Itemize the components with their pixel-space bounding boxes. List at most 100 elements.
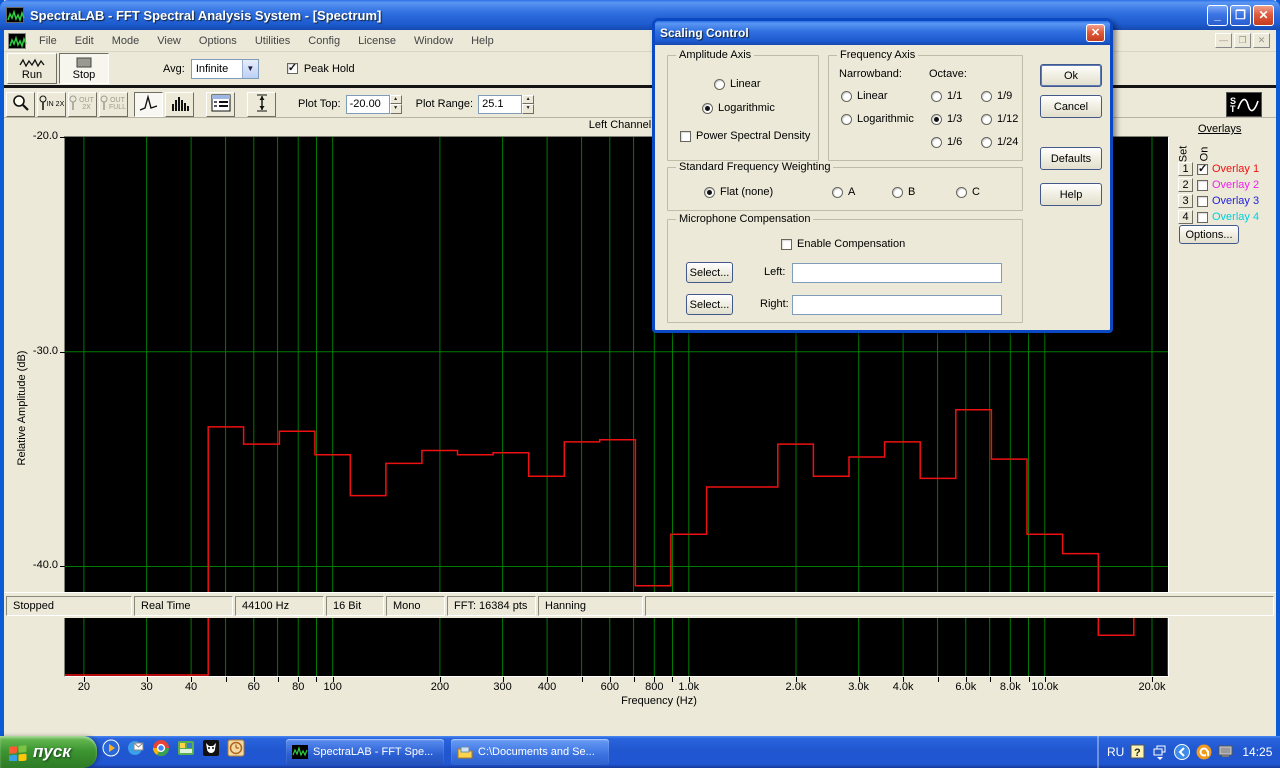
- frequency-axis-caption: Frequency Axis: [837, 49, 918, 61]
- overlay-3-checkbox[interactable]: [1197, 196, 1208, 207]
- zoom-in-2x-button[interactable]: IN 2X: [37, 92, 66, 117]
- menu-view[interactable]: View: [148, 32, 190, 50]
- overlay-4-checkbox[interactable]: [1197, 212, 1208, 223]
- soundtech-logo-icon: ST: [1226, 92, 1262, 117]
- overlays-set-label: Set: [1177, 146, 1189, 163]
- octave-1-9-radio[interactable]: 1/9: [981, 90, 1012, 102]
- antivirus-tray-icon[interactable]: [1196, 744, 1212, 760]
- hide-icons-arrow-icon[interactable]: [1174, 744, 1190, 760]
- overlay-3-set-button[interactable]: 3: [1178, 194, 1193, 208]
- restore-tray-icon[interactable]: [1152, 744, 1168, 760]
- menu-file[interactable]: File: [30, 32, 66, 50]
- weighting-flat-radio[interactable]: Flat (none): [704, 186, 773, 198]
- weighting-c-radio[interactable]: C: [956, 186, 980, 198]
- weighting-caption: Standard Frequency Weighting: [676, 161, 833, 173]
- maximize-button[interactable]: ❐: [1230, 5, 1251, 26]
- language-indicator[interactable]: RU: [1107, 745, 1124, 759]
- x-tick-label: 2.0k: [768, 681, 824, 693]
- clock[interactable]: 14:25: [1242, 745, 1272, 759]
- frequency-linear-radio[interactable]: Linear: [841, 90, 888, 102]
- help-button[interactable]: Help: [1040, 183, 1102, 206]
- display-tray-icon[interactable]: [1218, 744, 1234, 760]
- pictures-app-icon[interactable]: [177, 739, 195, 757]
- mdi-restore-button[interactable]: ❐: [1234, 33, 1251, 48]
- clock-app-icon[interactable]: [227, 739, 245, 757]
- menu-help[interactable]: Help: [462, 32, 503, 50]
- plot-range-label: Plot Range:: [416, 98, 473, 110]
- avg-dropdown[interactable]: Infinite ▼: [191, 59, 259, 79]
- spectrum-view-button[interactable]: [134, 92, 163, 117]
- plot-range-input[interactable]: 25.1: [478, 95, 522, 114]
- mdi-minimize-button[interactable]: —: [1215, 33, 1232, 48]
- weighting-group: Standard Frequency Weighting Flat (none)…: [667, 167, 1023, 211]
- close-button[interactable]: ✕: [1253, 5, 1274, 26]
- zoom-in-icon: [39, 95, 47, 113]
- run-button[interactable]: Run: [7, 53, 57, 84]
- right-label: Right:: [760, 298, 789, 310]
- media-player-icon[interactable]: [102, 739, 120, 757]
- defaults-button[interactable]: Defaults: [1040, 147, 1102, 170]
- histogram-view-button[interactable]: [165, 92, 194, 117]
- peak-hold-checkbox[interactable]: [287, 63, 298, 74]
- zoom-out-full-button[interactable]: OUT FULL: [99, 92, 128, 117]
- menu-utilities[interactable]: Utilities: [246, 32, 299, 50]
- cancel-button[interactable]: Cancel: [1040, 95, 1102, 118]
- chevron-down-icon[interactable]: ▼: [242, 60, 258, 78]
- weighting-b-radio[interactable]: B: [892, 186, 915, 198]
- octave-1-24-radio[interactable]: 1/24: [981, 136, 1018, 148]
- x-tick-label: 1.0k: [661, 681, 717, 693]
- svg-text:?: ?: [1134, 747, 1141, 759]
- narrowband-label: Narrowband:: [839, 68, 902, 80]
- mdi-child-icon[interactable]: [8, 33, 26, 49]
- select-right-button[interactable]: Select...: [686, 294, 733, 315]
- overlay-options-button[interactable]: Options...: [1179, 225, 1239, 244]
- x-tick-label: 10.0k: [1017, 681, 1073, 693]
- task-button-explorer[interactable]: C:\Documents and Se...: [451, 739, 609, 765]
- power-spectral-density-checkbox[interactable]: Power Spectral Density: [680, 130, 810, 142]
- overlay-4-set-button[interactable]: 4: [1178, 210, 1193, 224]
- plot-top-spinner[interactable]: ▲▼: [390, 95, 402, 114]
- plot-top-label: Plot Top:: [298, 98, 341, 110]
- left-compensation-input[interactable]: [792, 263, 1002, 283]
- octave-1-1-radio[interactable]: 1/1: [931, 90, 962, 102]
- ok-button[interactable]: Ok: [1040, 64, 1102, 87]
- help-tray-icon[interactable]: ?: [1130, 744, 1146, 760]
- zoom-tool-button[interactable]: [6, 92, 35, 117]
- overlay-1-set-button[interactable]: 1: [1178, 162, 1193, 176]
- spectralab-task-icon: [292, 745, 308, 759]
- menu-config[interactable]: Config: [299, 32, 349, 50]
- octave-1-3-radio[interactable]: 1/3: [931, 113, 962, 125]
- amplitude-linear-radio[interactable]: Linear: [714, 78, 761, 90]
- display-options-button[interactable]: [206, 92, 235, 117]
- right-compensation-input[interactable]: [792, 295, 1002, 315]
- octave-1-12-radio[interactable]: 1/12: [981, 113, 1018, 125]
- octave-1-6-radio[interactable]: 1/6: [931, 136, 962, 148]
- weighting-a-radio[interactable]: A: [832, 186, 855, 198]
- zoom-out-2x-button[interactable]: OUT 2X: [68, 92, 97, 117]
- frequency-logarithmic-radio[interactable]: Logarithmic: [841, 113, 914, 125]
- overlay-2-set-button[interactable]: 2: [1178, 178, 1193, 192]
- plot-range-spinner[interactable]: ▲▼: [522, 95, 534, 114]
- start-button[interactable]: пуск: [0, 736, 97, 768]
- chrome-browser-icon[interactable]: [152, 739, 170, 757]
- dialog-close-icon[interactable]: ✕: [1086, 24, 1105, 42]
- amplitude-logarithmic-radio[interactable]: Logarithmic: [702, 102, 775, 114]
- mail-client-icon[interactable]: [127, 739, 145, 757]
- minimize-button[interactable]: _: [1207, 5, 1228, 26]
- plot-top-input[interactable]: -20.00: [346, 95, 390, 114]
- menu-edit[interactable]: Edit: [66, 32, 103, 50]
- stop-button[interactable]: Stop: [59, 53, 109, 84]
- menu-options[interactable]: Options: [190, 32, 246, 50]
- overlay-1-checkbox[interactable]: [1197, 164, 1208, 175]
- overlay-2-checkbox[interactable]: [1197, 180, 1208, 191]
- mic-compensation-caption: Microphone Compensation: [676, 213, 813, 225]
- fox-app-icon[interactable]: [202, 739, 220, 757]
- select-left-button[interactable]: Select...: [686, 262, 733, 283]
- menu-window[interactable]: Window: [405, 32, 462, 50]
- menu-license[interactable]: License: [349, 32, 405, 50]
- menu-mode[interactable]: Mode: [103, 32, 149, 50]
- mdi-close-button[interactable]: ✕: [1253, 33, 1270, 48]
- autoscale-button[interactable]: [247, 92, 276, 117]
- task-button-spectralab[interactable]: SpectraLAB - FFT Spe...: [286, 739, 444, 765]
- enable-compensation-checkbox[interactable]: Enable Compensation: [781, 238, 905, 250]
